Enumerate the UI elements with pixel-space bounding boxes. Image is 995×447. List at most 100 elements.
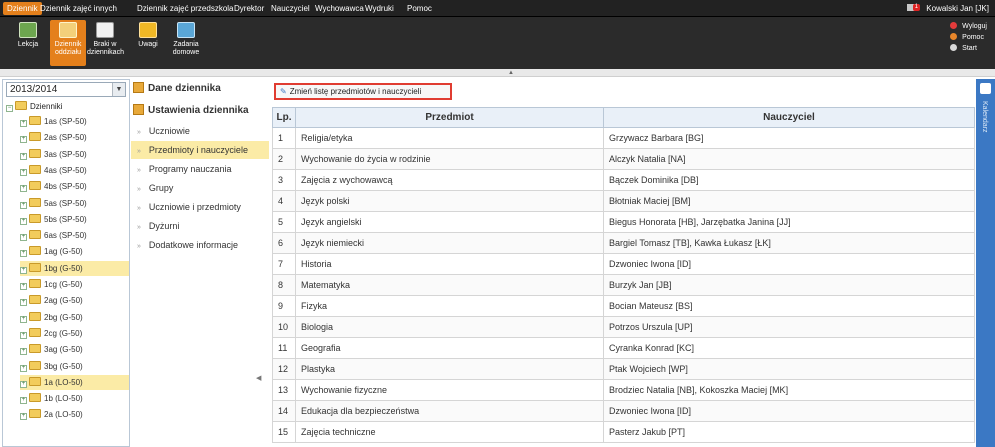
logout-link[interactable]: Wyloguj — [950, 21, 987, 32]
chevron-down-icon[interactable]: ▼ — [112, 83, 125, 96]
table-row[interactable]: 2 Wychowanie do życia w rodzinie Alczyk Na… — [272, 148, 975, 170]
expand-icon[interactable]: + — [20, 397, 27, 405]
tree-item[interactable]: +2as (SP-50) — [20, 130, 129, 145]
chevron-right-icon: » — [137, 224, 141, 231]
cell-subject: Zajęcia techniczne — [295, 421, 604, 443]
menu-item-4[interactable]: Nauczyciel — [267, 2, 314, 15]
table-row[interactable]: 14 Edukacja dla bezpieczeństwa Dzwoniec Iw… — [272, 400, 975, 422]
expand-icon[interactable]: + — [20, 413, 27, 421]
tree-item[interactable]: +6as (SP-50) — [20, 228, 129, 243]
tree-item[interactable]: +5as (SP-50) — [20, 196, 129, 211]
tree-item[interactable]: +3bg (G-50) — [20, 359, 129, 374]
side-menu-item-5[interactable]: » Dyżurni — [131, 217, 269, 235]
table-row[interactable]: 5 Język angielski Biegus Honorata [HB], Ja… — [272, 211, 975, 233]
side-menu-item-1[interactable]: » Przedmioty i nauczyciele — [131, 141, 269, 159]
ribbon-button-3[interactable]: Uwagi — [130, 20, 166, 66]
cell-teacher: Dzwoniec Iwona [ID] — [603, 400, 975, 422]
expand-icon[interactable]: + — [20, 201, 27, 209]
tree-item[interactable]: +2cg (G-50) — [20, 326, 129, 341]
expand-icon[interactable]: + — [20, 250, 27, 258]
menu-item-2[interactable]: Dziennik zajęć przedszkola — [133, 2, 238, 15]
expand-icon[interactable]: + — [20, 299, 27, 307]
menu-item-3[interactable]: Dyrektor — [230, 2, 268, 15]
tree-item[interactable]: +3ag (G-50) — [20, 342, 129, 357]
expand-icon[interactable]: + — [20, 348, 27, 356]
table-row[interactable]: 13 Wychowanie fizyczne Brodziec Natalia [N… — [272, 379, 975, 401]
menu-item-5[interactable]: Wychowawca — [311, 2, 368, 15]
ribbon-button-0[interactable]: Lekcja — [10, 20, 46, 66]
table-row[interactable]: 11 Geografia Cyranka Konrad [KC] — [272, 337, 975, 359]
side-menu-item-4[interactable]: » Uczniowie i przedmioty — [131, 198, 269, 216]
cell-lp: 15 — [272, 421, 296, 443]
side-menu-item-6[interactable]: » Dodatkowe informacje — [131, 236, 269, 254]
collapse-left-icon[interactable]: ◀ — [256, 374, 261, 382]
expand-panel-icon[interactable] — [980, 83, 991, 94]
tree-item-label: 3bg (G-50) — [44, 361, 83, 371]
table-row[interactable]: 4 Język polski Błotniak Maciej [BM] — [272, 190, 975, 212]
expand-icon[interactable]: + — [20, 315, 27, 323]
table-row[interactable]: 7 Historia Dzwoniec Iwona [ID] — [272, 253, 975, 275]
collapse-icon[interactable]: − — [6, 105, 13, 112]
tree-item[interactable]: +3as (SP-50) — [20, 147, 129, 162]
folder-icon — [29, 181, 41, 191]
table-row[interactable]: 1 Religia/etyka Grzywacz Barbara [BG] — [272, 127, 975, 149]
table-row[interactable]: 12 Plastyka Ptak Wojciech [WP] — [272, 358, 975, 380]
expand-icon[interactable]: + — [20, 217, 27, 225]
change-subjects-button[interactable]: ✎ Zmień listę przedmiotów i nauczycieli — [274, 83, 452, 100]
table-row[interactable]: 15 Zajęcia techniczne Pasterz Jakub [PT] — [272, 421, 975, 443]
ribbon-button-2[interactable]: Braki w dziennikach — [87, 20, 124, 66]
tree-item[interactable]: +1a (LO-50) — [20, 374, 129, 390]
table-row[interactable]: 10 Biologia Potrzos Urszula [UP] — [272, 316, 975, 338]
expand-icon[interactable]: + — [20, 364, 27, 372]
folder-icon — [29, 360, 41, 370]
expand-icon[interactable]: + — [20, 331, 27, 339]
column-header-teacher[interactable]: Nauczyciel — [603, 107, 975, 128]
menu-item-7[interactable]: Pomoc — [403, 2, 436, 15]
expand-icon[interactable]: + — [20, 120, 27, 127]
menu-item-1[interactable]: Dziennik zajęć innych — [36, 2, 121, 15]
ribbon-button-1[interactable]: Dziennik oddziału — [50, 20, 86, 66]
column-header-subject[interactable]: Przedmiot — [295, 107, 604, 128]
expand-icon[interactable]: + — [20, 152, 27, 160]
table-row[interactable]: 9 Fizyka Bocian Mateusz [BS] — [272, 295, 975, 317]
expand-icon[interactable]: + — [20, 380, 27, 388]
tree-item[interactable]: +2bg (G-50) — [20, 310, 129, 325]
ribbon-button-4[interactable]: Zadania domowe — [168, 20, 204, 66]
tree-item[interactable]: +4as (SP-50) — [20, 163, 129, 178]
collapse-grip-icon[interactable]: ▲ — [505, 70, 517, 76]
table-row[interactable]: 8 Matematyka Burzyk Jan [JB] — [272, 274, 975, 296]
column-header-lp[interactable]: Lp. — [272, 107, 296, 128]
help-link[interactable]: Pomoc — [950, 32, 987, 43]
expand-icon[interactable]: + — [20, 185, 27, 193]
expand-icon[interactable]: + — [20, 266, 27, 274]
user-name[interactable]: Kowalski Jan [JK] — [926, 4, 989, 13]
menu-header-journal-data[interactable]: Dane dziennika — [133, 81, 221, 97]
tree-item[interactable]: +5bs (SP-50) — [20, 212, 129, 227]
tree-item[interactable]: +1as (SP-50) — [20, 114, 129, 129]
tree-item[interactable]: +1bg (G-50) — [20, 260, 129, 276]
expand-icon[interactable]: + — [20, 136, 27, 144]
calendar-side-panel[interactable]: Kalendarz — [976, 79, 995, 447]
expand-icon[interactable]: + — [20, 168, 27, 176]
tree-item[interactable]: +2a (LO-50) — [20, 407, 129, 422]
side-menu-item-2[interactable]: » Programy nauczania — [131, 160, 269, 178]
side-menu-item-0[interactable]: » Uczniowie — [131, 122, 269, 140]
school-year-select[interactable]: 2013/2014 ▼ — [6, 82, 126, 97]
table-row[interactable]: 6 Język niemiecki Bargiel Tomasz [TB], Kaw… — [272, 232, 975, 254]
menu-header-journal-settings[interactable]: Ustawienia dziennika — [133, 103, 249, 119]
start-link[interactable]: Start — [950, 43, 987, 54]
side-menu-item-3[interactable]: » Grupy — [131, 179, 269, 197]
expand-icon[interactable]: + — [20, 283, 27, 290]
expand-icon[interactable]: + — [20, 234, 27, 242]
table-row[interactable]: 3 Zajęcia z wychowawcą Bączek Dominika [DB… — [272, 169, 975, 191]
tree-item[interactable]: +1ag (G-50) — [20, 244, 129, 259]
subjects-table: Lp. Przedmiot Nauczyciel 1 Religia/etyka G… — [272, 107, 975, 443]
tree-item[interactable]: +1cg (G-50) — [20, 277, 129, 292]
tree-item[interactable]: +2ag (G-50) — [20, 293, 129, 308]
tree-root[interactable]: − Dzienniki — [6, 100, 62, 113]
tree-item[interactable]: +4bs (SP-50) — [20, 179, 129, 194]
missing-icon — [96, 22, 114, 38]
menu-item-6[interactable]: Wydruki — [361, 2, 398, 15]
chevron-right-icon: » — [137, 186, 141, 193]
tree-item[interactable]: +1b (LO-50) — [20, 391, 129, 406]
